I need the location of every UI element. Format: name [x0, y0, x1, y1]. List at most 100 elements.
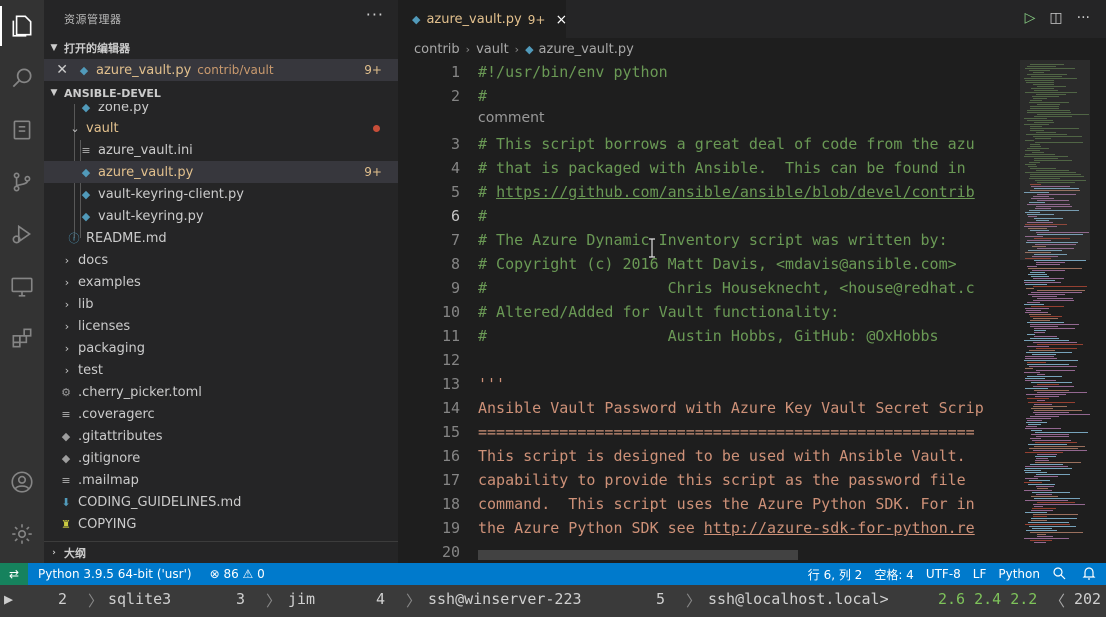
problems-count[interactable]: ⊗ 86 ⚠ 0 [204, 567, 271, 581]
tree-item-label: azure_vault.py [98, 164, 194, 180]
code-line[interactable]: This script is designed to be used with … [478, 444, 1038, 468]
tree-item-mailmap[interactable]: ≡ .mailmap [44, 469, 398, 491]
horizontal-scrollbar[interactable] [478, 550, 798, 560]
outline-header[interactable]: › 大纲 [44, 541, 398, 563]
minimap-line [1033, 342, 1077, 343]
minimap[interactable] [1020, 60, 1090, 563]
tab-azure-vault-py[interactable]: ◆ azure_vault.py 9+ × [398, 0, 567, 38]
tmux-window-name[interactable]: ssh@winserver-223 [428, 590, 582, 608]
breadcrumb-item[interactable]: azure_vault.py [539, 42, 634, 57]
run-icon[interactable]: ▷ [1025, 10, 1036, 26]
tree-item-zone[interactable]: ◆ zone.py [44, 104, 398, 118]
tree-item-lib[interactable]: › lib [44, 293, 398, 315]
code-line[interactable]: ========================================… [478, 420, 1038, 444]
minimap-slider[interactable] [1020, 60, 1090, 260]
tree-item-test[interactable]: › test [44, 359, 398, 381]
code-line[interactable]: # The Azure Dynamic Inventory script was… [478, 228, 1038, 252]
code-line[interactable]: # [478, 84, 1038, 108]
tree-item-azure-vault-ini[interactable]: ≡ azure_vault.ini [44, 139, 398, 161]
tmux-window-num[interactable]: 4 [376, 590, 385, 608]
code-line[interactable]: #!/usr/bin/env python [478, 60, 1038, 84]
code-line[interactable]: # Austin Hobbs, GitHub: @OxHobbs [478, 324, 1038, 348]
code-line[interactable]: # that is packaged with Ansible. This ca… [478, 156, 1038, 180]
code-line[interactable]: # https://github.com/ansible/ansible/blo… [478, 180, 1038, 204]
tree-item-vault-keyring[interactable]: ◆ vault-keyring.py [44, 205, 398, 227]
python-interpreter[interactable]: Python 3.9.5 64-bit ('usr') [32, 567, 198, 581]
tmux-window-num[interactable]: 5 [656, 590, 665, 608]
tree-item-vault-keyring-client[interactable]: ◆ vault-keyring-client.py [44, 183, 398, 205]
close-icon[interactable]: ✕ [44, 62, 68, 78]
chevron-down-icon: ▼ [50, 43, 58, 53]
tree-item-docs[interactable]: › docs [44, 249, 398, 271]
open-editors-header[interactable]: ▼ 打开的编辑器 [44, 37, 398, 59]
code-line[interactable]: # [478, 204, 1038, 228]
minimap-line [1025, 368, 1033, 369]
code-line[interactable] [478, 348, 1038, 372]
code-line[interactable]: the Azure Python SDK see http://azure-sd… [478, 516, 1038, 540]
tmux-separator-icon: 〉 [406, 592, 422, 610]
code-link[interactable]: https://github.com/ansible/ansible/blob/… [496, 183, 975, 201]
code-line[interactable]: # Copyright (c) 2016 Matt Davis, <mdavis… [478, 252, 1038, 276]
tree-item-vault[interactable]: ⌄ vault [44, 117, 398, 139]
code-line[interactable]: # Altered/Added for Vault functionality: [478, 300, 1038, 324]
breadcrumb-item[interactable]: contrib [414, 42, 460, 57]
language-mode[interactable]: Python [992, 567, 1046, 581]
tree-item-readme[interactable]: ⓘ README.md [44, 227, 398, 249]
tree-item-licenses[interactable]: › licenses [44, 315, 398, 337]
tmux-window-num[interactable]: 3 [236, 590, 245, 608]
tree-item-gitignore[interactable]: ◆ .gitignore [44, 447, 398, 469]
indentation[interactable]: 空格: 4 [868, 566, 920, 583]
feedback-icon[interactable] [1046, 566, 1076, 583]
code-link[interactable]: http://azure-sdk-for-python.re [704, 519, 975, 537]
tree-item-azure-vault-py[interactable]: ◆ azure_vault.py 9+ [44, 161, 398, 183]
text-file-icon: ≡ [61, 473, 71, 487]
cursor-position[interactable]: 行 6, 列 2 [802, 566, 869, 583]
close-icon[interactable]: × [555, 12, 567, 28]
extensions-icon[interactable] [0, 314, 44, 362]
codelens-comment[interactable]: comment [478, 106, 545, 130]
code-editor[interactable]: 1 #!/usr/bin/env python 2 # comment 3 # This s… [398, 60, 1106, 563]
code-line[interactable]: command. This script uses the Azure Pyth… [478, 492, 1038, 516]
tree-item-coding-guidelines[interactable]: ⬇ CODING_GUIDELINES.md [44, 491, 398, 513]
tmux-window-name[interactable]: jim [288, 590, 315, 608]
minimap-line [1034, 498, 1080, 499]
notebook-icon[interactable] [0, 106, 44, 154]
code-line[interactable]: Ansible Vault Password with Azure Key Va… [478, 396, 1038, 420]
tmux-window-num[interactable]: 2 [58, 590, 67, 608]
tree-item-copying[interactable]: ♜ COPYING [44, 513, 398, 535]
tree-item-cherry-picker[interactable]: ⚙ .cherry_picker.toml [44, 381, 398, 403]
code-line[interactable]: capability to provide this script as the… [478, 468, 1038, 492]
more-actions-icon[interactable]: ··· [1077, 10, 1090, 26]
open-editor-item[interactable]: ✕ ◆ azure_vault.py contrib/vault 9+ [44, 59, 398, 81]
notifications-bell-icon[interactable] [1076, 566, 1106, 583]
tmux-window-name[interactable]: ssh@localhost.local> [708, 590, 889, 608]
tree-item-examples[interactable]: › examples [44, 271, 398, 293]
account-icon[interactable] [0, 458, 44, 506]
minimap-line [1027, 362, 1046, 363]
minimap-line [1030, 324, 1079, 325]
minimap-line [1028, 444, 1067, 445]
breadcrumb-item[interactable]: vault [476, 42, 509, 57]
tree-item-packaging[interactable]: › packaging [44, 337, 398, 359]
end-of-line[interactable]: LF [967, 567, 993, 581]
code-line[interactable]: # This script borrows a great deal of co… [478, 132, 1038, 156]
split-editor-icon[interactable]: ◫ [1049, 10, 1062, 26]
search-icon[interactable] [0, 54, 44, 102]
remote-explorer-icon[interactable] [0, 262, 44, 310]
run-debug-icon[interactable] [0, 210, 44, 258]
tmux-window-name[interactable]: sqlite3 [108, 590, 171, 608]
explorer-more-button[interactable]: ··· [366, 5, 384, 24]
settings-gear-icon[interactable] [0, 510, 44, 558]
tree-item-coveragerc[interactable]: ≡ .coveragerc [44, 403, 398, 425]
explorer-icon[interactable] [0, 2, 44, 50]
tree-item-gitattributes[interactable]: ◆ .gitattributes [44, 425, 398, 447]
remote-indicator-icon[interactable]: ⇄ [0, 563, 28, 585]
minimap-line [1034, 260, 1086, 261]
encoding[interactable]: UTF-8 [920, 567, 967, 581]
code-line[interactable]: ''' [478, 372, 1038, 396]
code-line[interactable]: # Chris Houseknecht, <house@redhat.c [478, 276, 1038, 300]
minimap-line [1025, 312, 1048, 313]
project-header[interactable]: ▼ ANSIBLE-DEVEL [44, 82, 398, 104]
code-text: # that is packaged with Ansible. This ca… [478, 159, 966, 177]
source-control-icon[interactable] [0, 158, 44, 206]
